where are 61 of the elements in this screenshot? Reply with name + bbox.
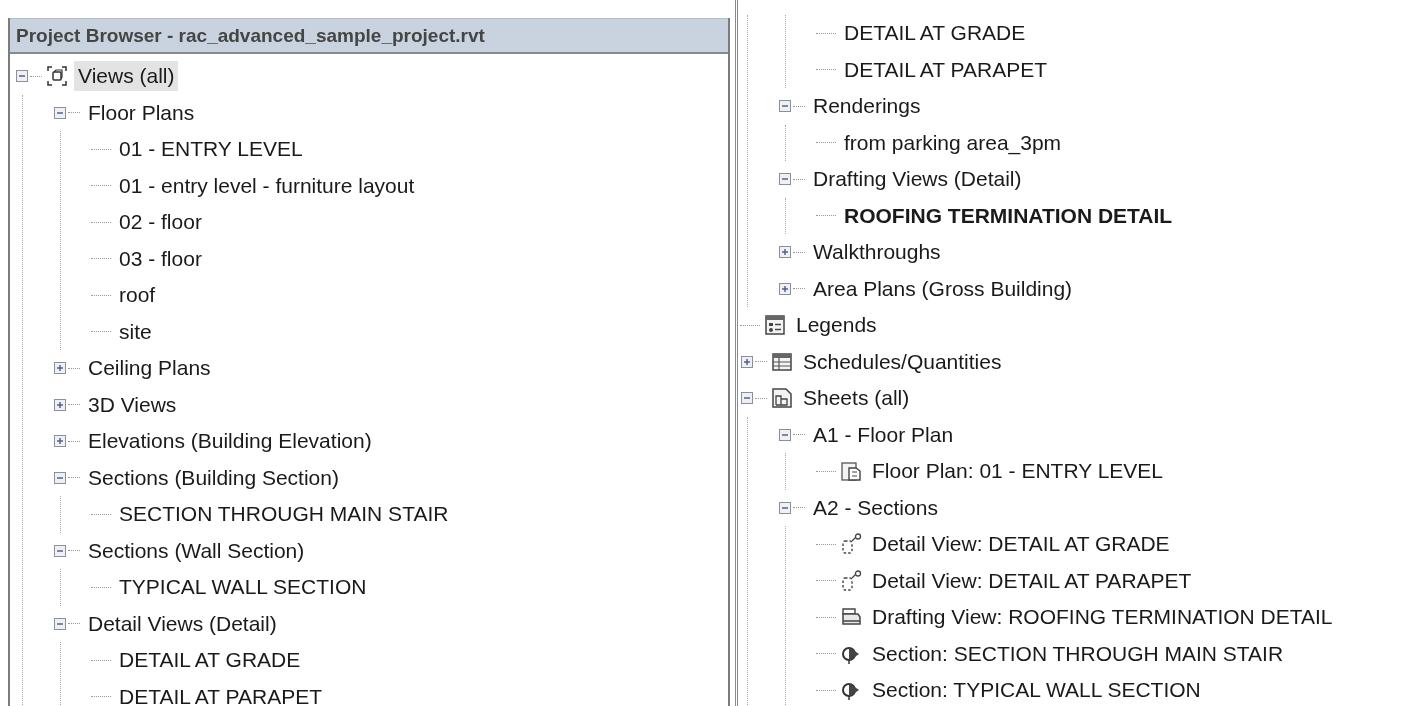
tree-item[interactable]: Drafting Views (Detail) [809,164,1026,195]
tree-item[interactable]: Detail View: DETAIL AT PARAPET [868,565,1196,596]
tree-item[interactable]: Detail View: DETAIL AT GRADE [868,529,1174,560]
tree-item[interactable]: DETAIL AT GRADE [840,18,1030,49]
tree-item[interactable]: 3D Views [84,389,181,420]
tree-item[interactable]: Sheets (all) [799,383,914,414]
tree-item[interactable]: Drafting View: ROOFING TERMINATION DETAIL [868,602,1337,633]
table-icon [771,350,793,373]
expand-button[interactable] [54,362,66,375]
detail-callout-icon [840,569,862,592]
tree-item[interactable]: Floor Plans [84,97,199,128]
collapse-button[interactable] [54,106,66,119]
tree-item[interactable]: Ceiling Plans [84,353,215,384]
tree-item[interactable]: Views (all) [74,61,179,92]
tree-item[interactable]: Floor Plan: 01 - ENTRY LEVEL [868,456,1168,487]
expand-button[interactable] [54,398,66,411]
collapse-button[interactable] [54,617,66,630]
collapse-button[interactable] [741,392,753,405]
tree-item[interactable]: A2 - Sections [809,492,942,523]
tree-item[interactable]: DETAIL AT PARAPET [115,681,327,706]
tree-item[interactable]: A1 - Floor Plan [809,419,958,450]
tree-item[interactable]: SECTION THROUGH MAIN STAIR [115,499,453,530]
collapse-button[interactable] [779,173,791,186]
tree-item[interactable]: roof [115,280,160,311]
sheet-icon [771,387,793,410]
sheet-view-icon [840,460,862,483]
expand-button[interactable] [779,282,791,295]
tree-item[interactable]: DETAIL AT PARAPET [840,54,1052,85]
tree-item[interactable]: DETAIL AT GRADE [115,645,305,676]
tree-item[interactable]: ROOFING TERMINATION DETAIL [840,200,1177,231]
tree-item[interactable]: 03 - floor [115,243,206,274]
tree-item[interactable]: TYPICAL WALL SECTION [115,572,371,603]
tree-item[interactable]: from parking area_3pm [840,127,1066,158]
tree-item[interactable]: Legends [792,310,881,341]
tree-item[interactable]: Renderings [809,91,925,122]
collapse-button[interactable] [779,501,791,514]
collapse-button[interactable] [54,544,66,557]
expand-button[interactable] [779,246,791,259]
expand-button[interactable] [54,435,66,448]
tree-item[interactable]: 02 - floor [115,207,206,238]
tree-item[interactable]: Schedules/Quantities [799,346,1006,377]
panel-title: Project Browser - rac_advanced_sample_project.rvt [10,18,728,54]
tree-item[interactable]: Sections (Building Section) [84,462,343,493]
view-cube-icon [46,65,68,88]
tree-item[interactable]: Detail Views (Detail) [84,608,281,639]
collapse-button[interactable] [16,70,28,83]
detail-callout-icon [840,533,862,556]
tree-item[interactable]: Section: TYPICAL WALL SECTION [868,675,1205,706]
tree-item[interactable]: Sections (Wall Section) [84,535,309,566]
legend-icon [764,314,786,337]
tree-item[interactable]: Section: SECTION THROUGH MAIN STAIR [868,638,1288,669]
collapse-button[interactable] [779,100,791,113]
tree-item[interactable]: Walkthroughs [809,237,945,268]
collapse-button[interactable] [54,471,66,484]
tree-item[interactable]: 01 - entry level - furniture layout [115,170,419,201]
tree-item[interactable]: 01 - ENTRY LEVEL [115,134,307,165]
tree-item[interactable]: Area Plans (Gross Building) [809,273,1077,304]
tree-item[interactable]: site [115,316,156,347]
tree-item[interactable]: Elevations (Building Elevation) [84,426,376,457]
collapse-button[interactable] [779,428,791,441]
expand-button[interactable] [741,355,753,368]
